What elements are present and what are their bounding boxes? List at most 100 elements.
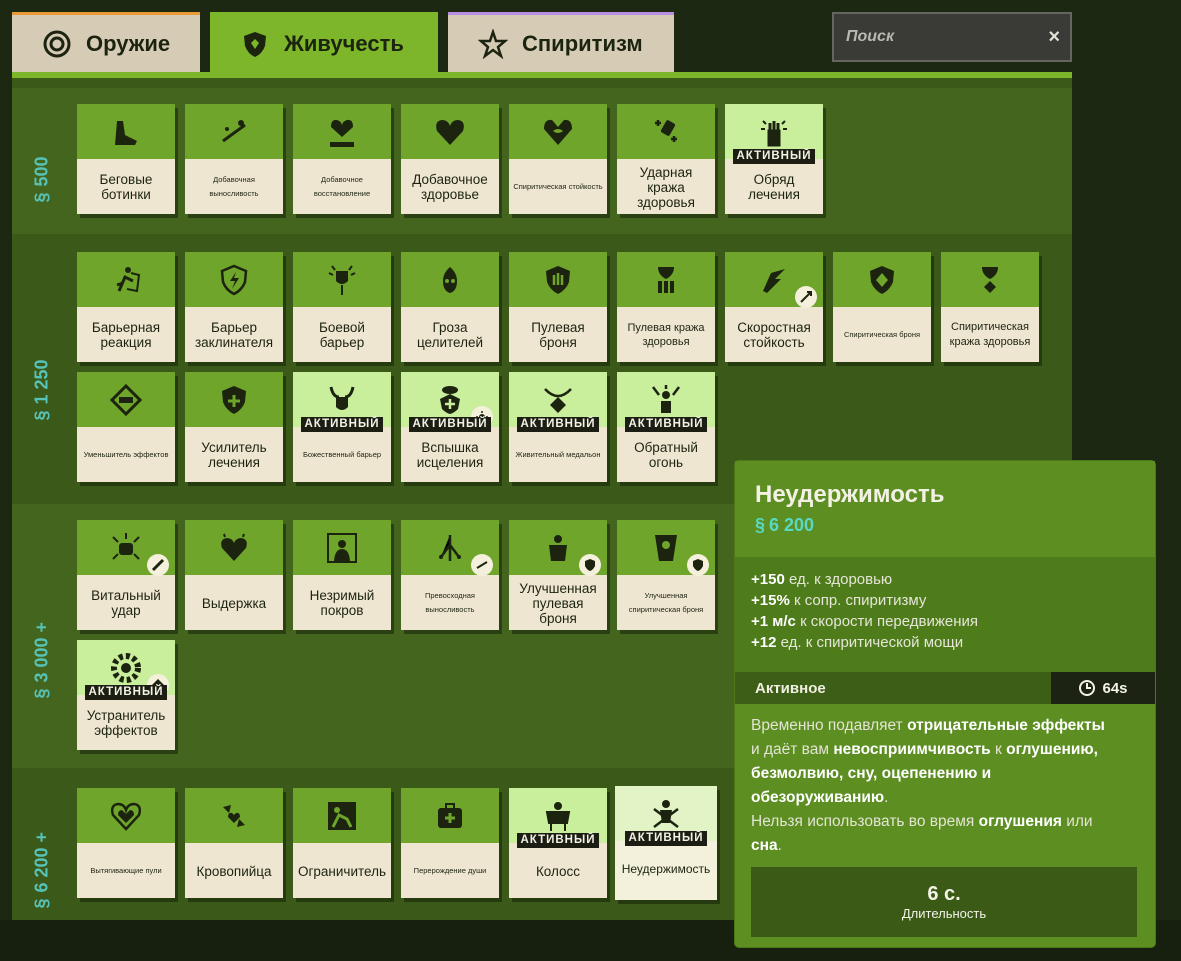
improved-spirit-armor-icon — [655, 534, 677, 561]
item-card-active[interactable]: АКТИВНЫЙ Вспышка исцеления — [401, 372, 499, 482]
heart-icon — [436, 119, 464, 145]
stat-line: +15% к сопр. спиритизму — [751, 592, 927, 609]
cooldown: 64s — [1051, 672, 1155, 704]
bullet-shield-icon — [546, 265, 570, 294]
item-card[interactable]: Вытягивающие пули — [77, 788, 175, 898]
item-card[interactable]: Улучшенная спиритическая броня — [617, 520, 715, 630]
item-card[interactable]: Барьерная реакция — [77, 252, 175, 362]
item-card[interactable]: Ударная кража здоровья — [617, 104, 715, 214]
item-card[interactable]: Добавочная выносливость — [185, 104, 283, 214]
item-card-active[interactable]: АКТИВНЫЙ Божественный барьер — [293, 372, 391, 482]
item-card[interactable]: Скоростная стойкость — [725, 252, 823, 362]
souls-icon: § — [755, 515, 766, 535]
tier-cost-label: § 3 000 + — [31, 621, 52, 699]
tab-weapon[interactable]: Оружие — [12, 12, 200, 72]
unstoppable-icon — [653, 799, 679, 828]
component-icon — [795, 286, 817, 308]
item-card[interactable]: Барьер заклинателя — [185, 252, 283, 362]
barrier-reaction-icon — [116, 266, 141, 292]
tooltip-cost: § 6 200 — [755, 515, 815, 535]
search-input[interactable] — [844, 27, 1028, 47]
medallion-icon — [544, 387, 572, 413]
item-card[interactable]: Витальный удар — [77, 520, 175, 630]
tier-cost-label: § 1 250 — [31, 359, 52, 421]
item-card[interactable]: Усилитель лечения — [185, 372, 283, 482]
improved-bullet-armor-icon — [549, 534, 567, 561]
duration-label: Длительность — [901, 906, 987, 921]
component-icon — [471, 554, 493, 576]
spirit-leech-icon — [982, 266, 998, 293]
item-card-active[interactable]: АКТИВНЫЙ Обратный огонь — [617, 372, 715, 482]
item-card-active[interactable]: АКТИВНЫЙ Колосс — [509, 788, 607, 898]
tier-cost-label: § 500 — [31, 156, 52, 203]
tooltip-header: Неудержимость § 6 200 — [735, 461, 1155, 557]
tab-vitality[interactable]: Живучесть — [210, 12, 438, 76]
tab-vitality-label: Живучесть — [284, 31, 404, 56]
item-card[interactable]: Незримый покров — [293, 520, 391, 630]
soul-rebirth-icon — [438, 802, 462, 828]
item-card[interactable]: Добавочное восстановление — [293, 104, 391, 214]
item-card[interactable]: Превосходная выносливость — [401, 520, 499, 630]
stamina-icon — [222, 119, 246, 142]
item-card[interactable]: Перерождение души — [401, 788, 499, 898]
inhibitor-icon — [328, 801, 356, 830]
component-icon — [147, 554, 169, 576]
souls-icon: § — [31, 410, 52, 421]
souls-icon: § — [31, 688, 52, 699]
healing-booster-icon — [222, 385, 246, 414]
shield-bolt-icon — [220, 264, 248, 295]
stat-line: +1 м/с к скорости передвижения — [751, 613, 979, 630]
bullet-leech-icon — [658, 266, 674, 293]
item-card[interactable]: Улучшенная пулевая броня — [509, 520, 607, 630]
debuff-remover-icon — [111, 652, 141, 683]
fast-heal-icon — [763, 268, 785, 293]
active-ability-bar: Активное 64s — [735, 672, 1155, 704]
item-card[interactable]: Пулевая кража здоровья — [617, 252, 715, 362]
spirit-heart-icon — [544, 119, 572, 145]
healing-rite-icon — [761, 119, 787, 146]
active-label: Активное — [755, 679, 826, 697]
debuff-reducer-icon — [109, 383, 143, 416]
item-card[interactable]: Гроза целителей — [401, 252, 499, 362]
item-card[interactable]: Пулевая броня — [509, 252, 607, 362]
vital-punch-icon — [112, 532, 140, 560]
item-card[interactable]: Добавочное здоровье — [401, 104, 499, 214]
item-card[interactable]: Спиритическая броня — [833, 252, 931, 362]
tab-weapon-label: Оружие — [86, 30, 171, 56]
tab-spirit-label: Спиритизм — [522, 30, 643, 56]
item-card[interactable]: Кровопийца — [185, 788, 283, 898]
search-box[interactable]: × — [832, 12, 1072, 62]
stat-line: +150 ед. к здоровью — [751, 571, 893, 588]
item-card[interactable]: Боевой барьер — [293, 252, 391, 362]
item-card[interactable]: Выдержка — [185, 520, 283, 630]
item-card[interactable]: Беговые ботинки — [77, 104, 175, 214]
item-card-active[interactable]: АКТИВНЫЙ Устранитель эффектов — [77, 640, 175, 750]
duration-box: 6 с. Длительность — [751, 867, 1137, 937]
cooldown-icon — [1079, 680, 1096, 696]
item-card[interactable]: Ограничитель — [293, 788, 391, 898]
stat-line: +12 ед. к спиритической мощи — [751, 634, 964, 651]
tab-spirit[interactable]: Спиритизм — [448, 12, 674, 72]
item-card-active[interactable]: АКТИВНЫЙ Обряд лечения — [725, 104, 823, 214]
item-card-selected[interactable]: АКТИВНЫЙ Неудержимость — [615, 786, 717, 900]
duration-value: 6 с. — [927, 883, 961, 905]
component-icon — [687, 554, 709, 576]
veil-icon — [327, 532, 357, 563]
bloodsucker-icon — [223, 804, 245, 827]
endurance-heart-icon — [221, 533, 247, 561]
regen-icon — [330, 119, 354, 147]
souls-icon: § — [31, 192, 52, 203]
clear-search-icon[interactable]: × — [1048, 26, 1060, 49]
tier-cost-label: § 6 200 + — [31, 831, 52, 909]
item-card[interactable]: Спиритическая стойкость — [509, 104, 607, 214]
item-card[interactable]: Спиритическая кража здоровья — [941, 252, 1039, 362]
item-tooltip: Неудержимость § 6 200 +150 ед. к здоровью… — [735, 461, 1155, 947]
spirit-armor-icon — [870, 265, 894, 294]
spirit-icon — [478, 28, 508, 59]
superior-stamina-icon — [439, 534, 461, 561]
component-icon — [579, 554, 601, 576]
item-card-active[interactable]: АКТИВНЫЙ Живительный медальон — [509, 372, 607, 482]
boots-icon — [115, 120, 137, 145]
item-card[interactable]: Уменьшитель эффектов — [77, 372, 175, 482]
leech-bullets-icon — [110, 802, 142, 831]
